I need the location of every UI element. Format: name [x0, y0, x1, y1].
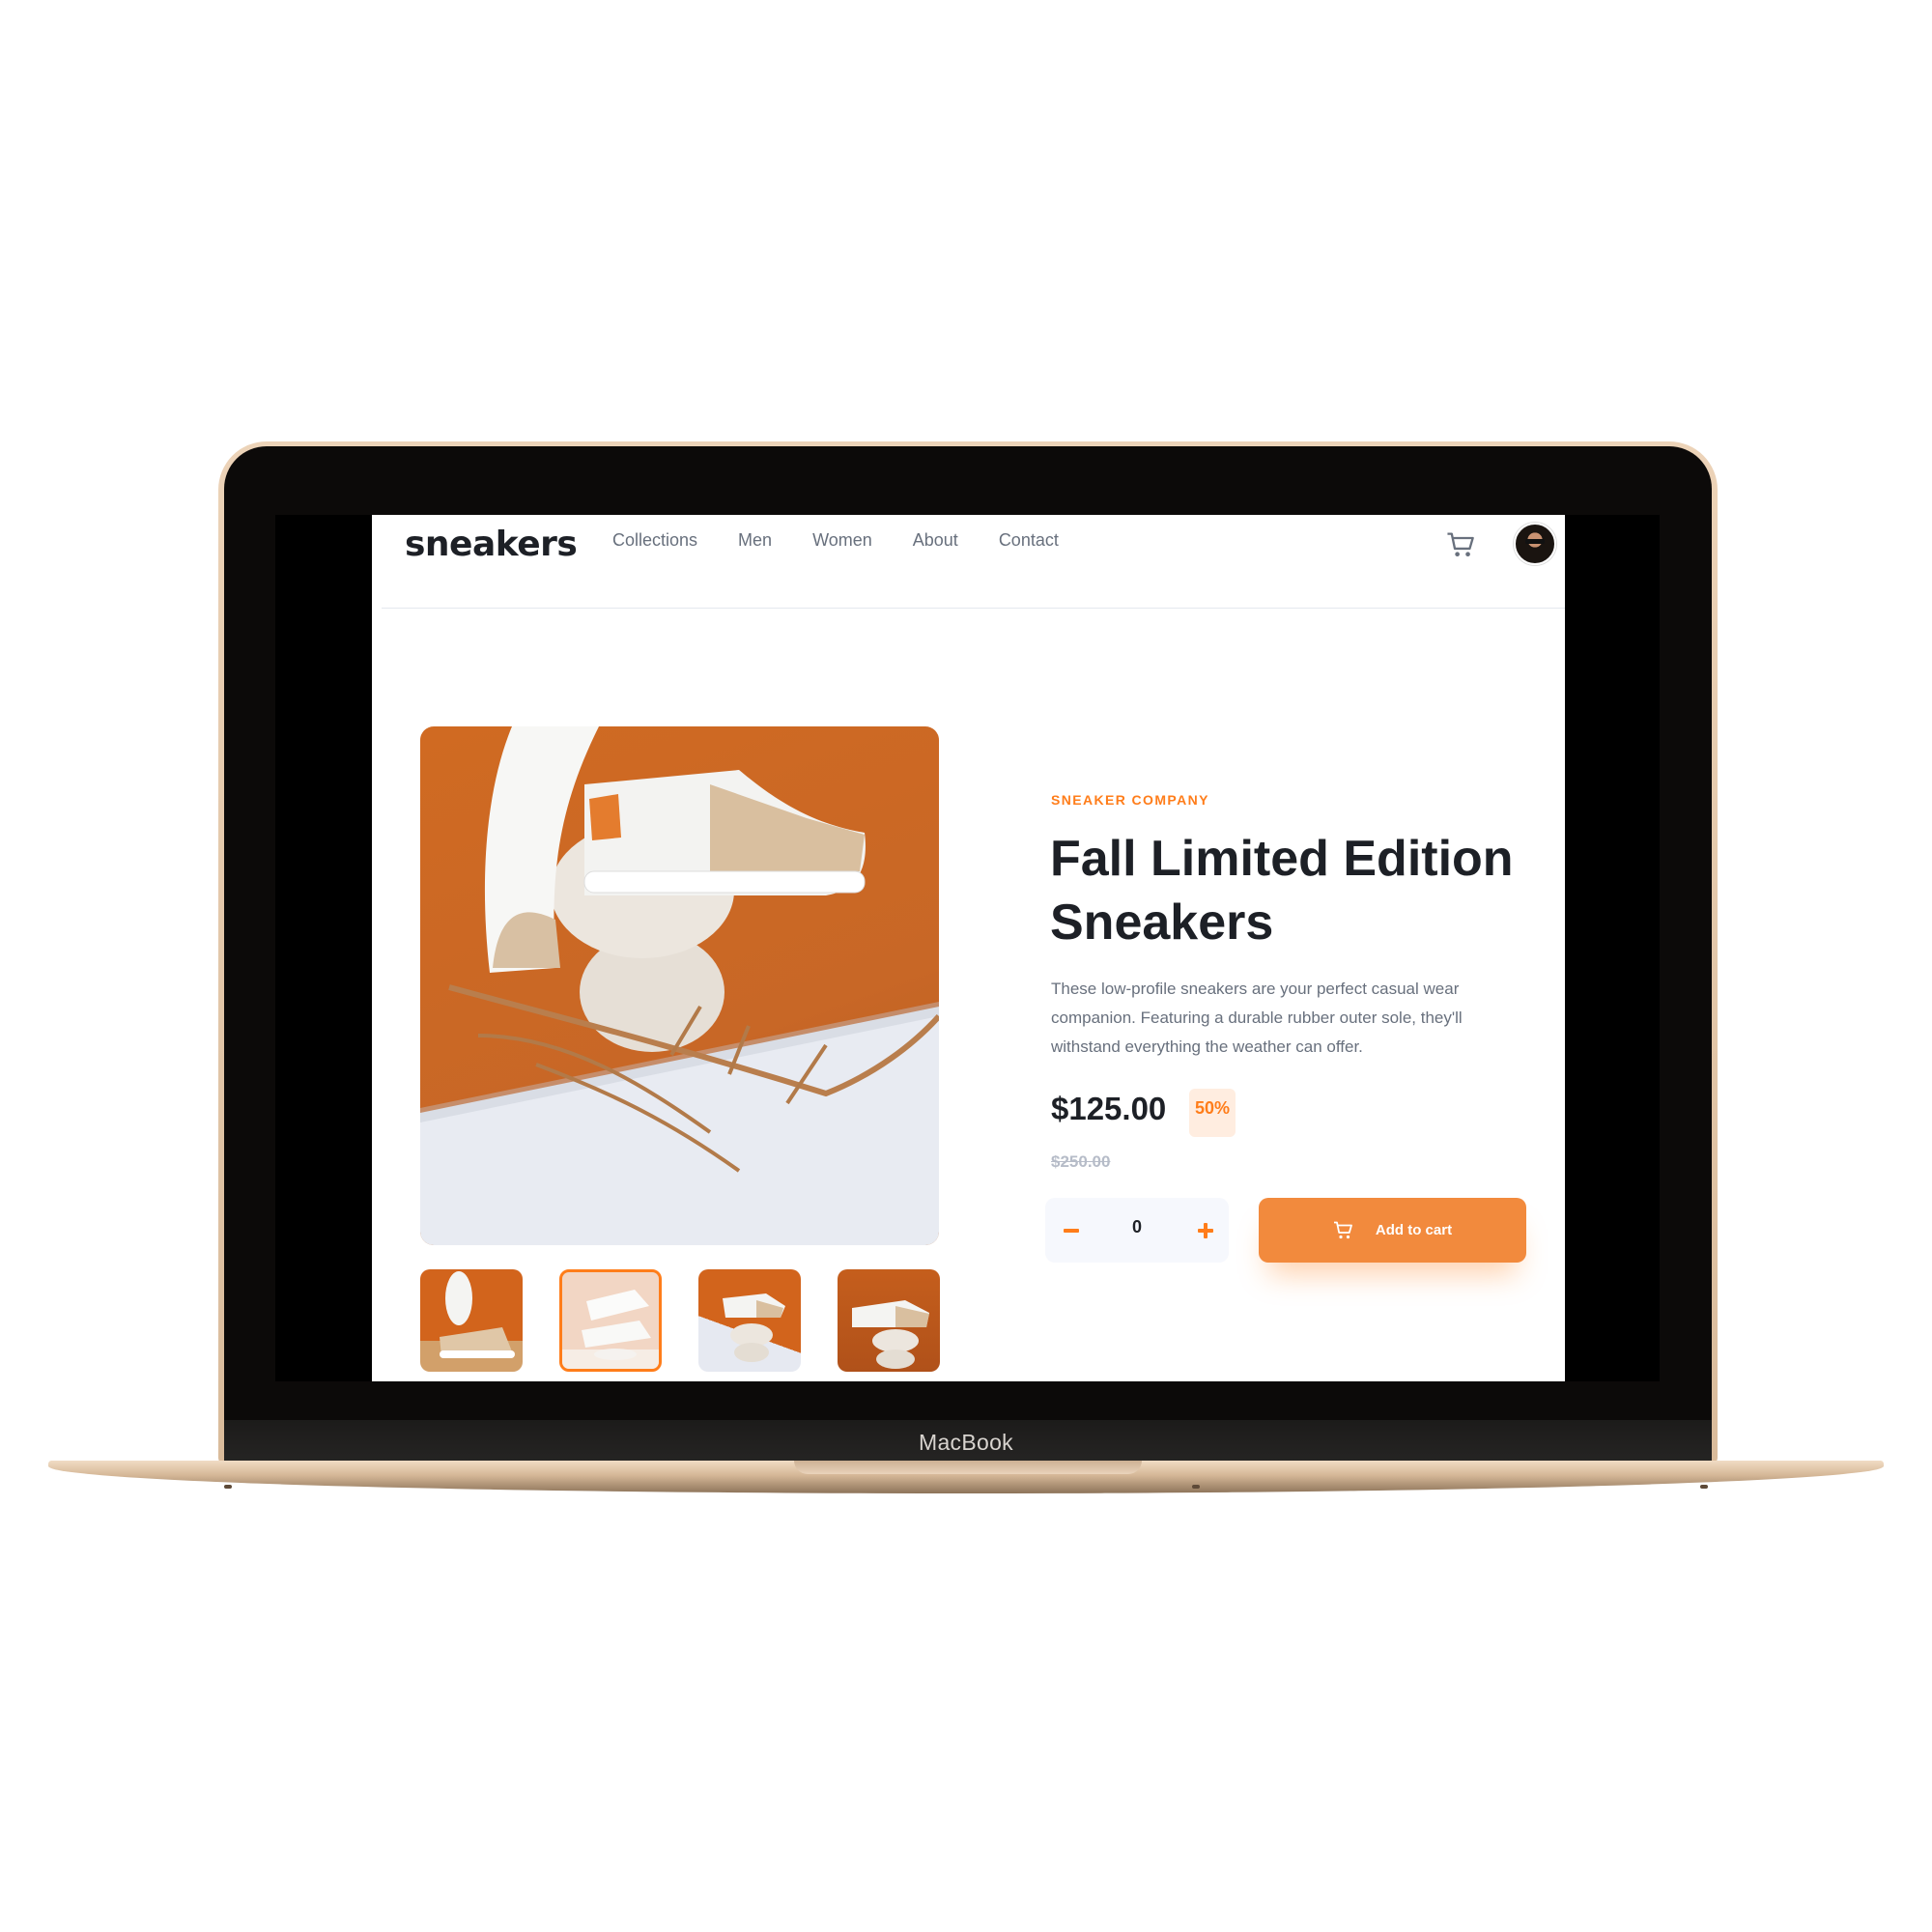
thumbnail-3[interactable] — [698, 1269, 801, 1372]
site-header: sneakers Collections Men Women About Con… — [372, 515, 1565, 610]
nav-item-women[interactable]: Women — [812, 530, 872, 551]
cart-icon — [1333, 1221, 1352, 1238]
nav-item-about[interactable]: About — [913, 530, 958, 551]
laptop-foot — [1192, 1485, 1200, 1489]
laptop-foot — [224, 1485, 232, 1489]
laptop-foot — [1700, 1485, 1708, 1489]
quantity-value[interactable]: 0 — [1113, 1217, 1161, 1237]
thumbnail-row — [420, 1269, 977, 1372]
cart-icon — [1447, 532, 1474, 557]
plus-icon[interactable] — [1188, 1208, 1223, 1252]
main-nav: Collections Men Women About Contact — [612, 530, 1099, 551]
discount-badge: 50% — [1189, 1089, 1236, 1137]
sneakers-photo — [420, 726, 939, 1245]
site-logo[interactable]: sneakers — [405, 525, 578, 564]
nav-item-collections[interactable]: Collections — [612, 530, 697, 551]
thumbnail-4[interactable] — [838, 1269, 940, 1372]
product-title: Fall Limited Edition Sneakers — [1050, 831, 1514, 951]
nav-item-men[interactable]: Men — [738, 530, 772, 551]
avatar[interactable] — [1514, 523, 1556, 565]
thumbnail-active-overlay — [562, 1272, 659, 1369]
nav-item-contact[interactable]: Contact — [999, 530, 1059, 551]
cart-button[interactable] — [1446, 530, 1477, 561]
add-to-cart-label: Add to cart — [1375, 1222, 1453, 1238]
minus-icon[interactable] — [1055, 1208, 1090, 1252]
thumbnail-2[interactable] — [559, 1269, 662, 1372]
header-divider — [382, 608, 1565, 609]
product-price: $125.00 — [1051, 1091, 1167, 1126]
product-main-image[interactable] — [420, 726, 939, 1245]
company-label: SNEAKER COMPANY — [1051, 792, 1209, 808]
laptop-notch — [794, 1461, 1142, 1474]
quantity-stepper: 0 — [1045, 1198, 1229, 1263]
device-label: MacBook — [919, 1430, 1013, 1455]
original-price: $250.00 — [1051, 1152, 1111, 1171]
add-to-cart-button[interactable]: Add to cart — [1259, 1198, 1526, 1263]
product-description: These low-profile sneakers are your perf… — [1051, 980, 1463, 1056]
thumbnail-1[interactable] — [420, 1269, 523, 1372]
product-page: sneakers Collections Men Women About Con… — [372, 515, 1565, 1381]
